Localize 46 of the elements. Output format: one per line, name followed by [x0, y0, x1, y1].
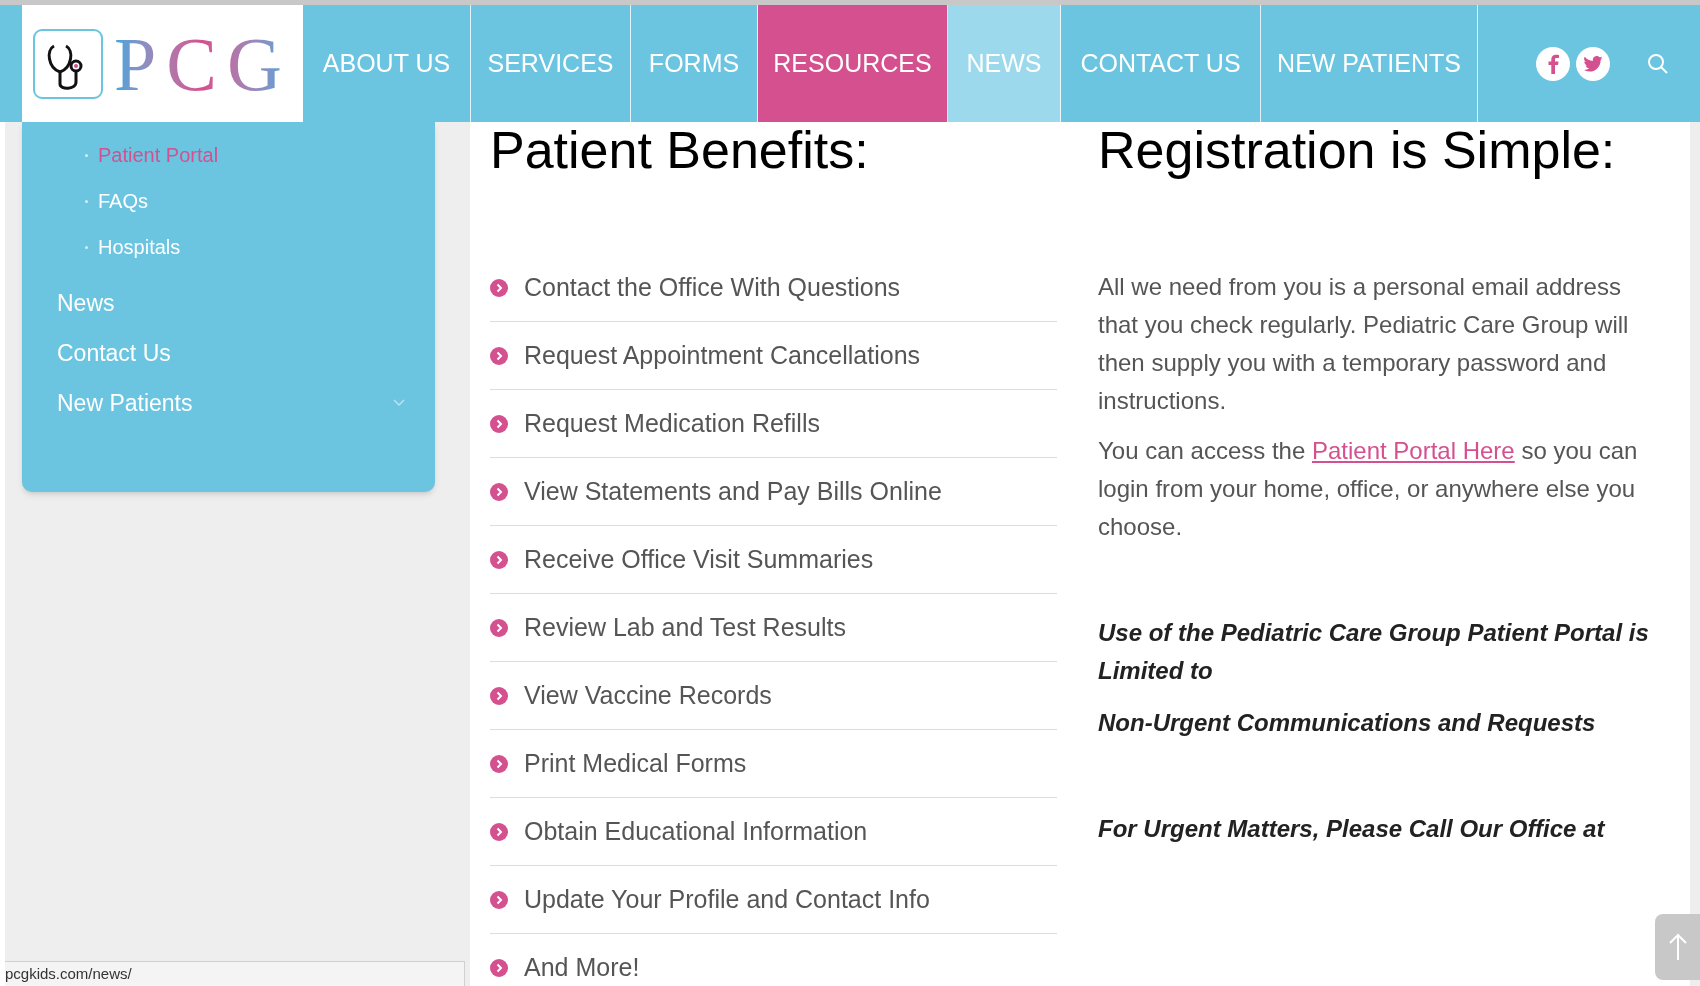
benefit-item: Receive Office Visit Summaries	[524, 543, 874, 575]
chevron-bullet-icon	[490, 346, 508, 365]
sidebar-item[interactable]: News	[57, 285, 115, 321]
paragraph: All we need from you is a personal email address that you check regularly. Pediatric Care Group will then supply you with a temporary password and instructions.	[1098, 272, 1630, 416]
patient-portal-link[interactable]: Patient Portal Here	[1311, 437, 1515, 464]
logo[interactable]: PCG	[22, 5, 303, 122]
sidebar-subitem[interactable]: Patient Portal	[98, 140, 219, 170]
chevron-bullet-icon	[490, 959, 508, 977]
benefit-item: Print Medical Forms	[524, 747, 747, 779]
chevron-bullet-icon	[490, 482, 508, 501]
notice-text: For Urgent Matters, Please Call Our Office at	[1098, 814, 1607, 844]
chevron-bullet-icon	[490, 550, 508, 569]
benefit-item: Request Appointment Cancellations	[524, 339, 921, 371]
benefit-item: View Statements and Pay Bills Online	[524, 475, 942, 507]
section-title: Patient Benefits:	[490, 124, 870, 176]
benefit-item: View Vaccine Records	[524, 679, 772, 711]
notice-text: Use of the Pediatric Care Group Patient Portal is Limited to	[1098, 618, 1650, 686]
benefit-item: Obtain Educational Information	[524, 815, 868, 847]
twitter-icon[interactable]	[1576, 46, 1610, 81]
notice-text: Non-Urgent Communications and Requests	[1098, 708, 1597, 738]
search-icon[interactable]	[1646, 51, 1670, 76]
chevron-bullet-icon	[490, 686, 508, 705]
sidebar-item[interactable]: Contact Us	[57, 335, 171, 371]
chevron-bullet-icon	[490, 822, 508, 841]
sidebar-item[interactable]: New Patients	[57, 385, 193, 421]
chevron-bullet-icon	[490, 278, 508, 297]
nav-tab[interactable]: NEWS	[948, 5, 1061, 122]
benefit-item: Request Medication Refills	[524, 407, 820, 439]
nav-tab[interactable]: RESOURCES	[758, 5, 948, 122]
paragraph: You can access the Patient Portal Here so you can login from your home, office, or anywhere else you choose.	[1098, 436, 1639, 542]
chevron-bullet-icon	[490, 754, 508, 773]
arrow-up-icon	[1667, 933, 1688, 961]
chevron-bullet-icon	[490, 618, 508, 637]
benefit-item: Update Your Profile and Contact Info	[524, 883, 930, 915]
benefit-item: Contact the Office With Questions	[524, 271, 901, 303]
chevron-bullet-icon	[490, 890, 508, 909]
benefit-item: And More!	[524, 952, 640, 984]
stethoscope-icon	[32, 27, 104, 100]
sidebar-subitem[interactable]: FAQs	[98, 186, 148, 216]
facebook-icon[interactable]	[1536, 46, 1570, 81]
sidebar-subitem[interactable]: Hospitals	[98, 232, 181, 262]
benefit-item: Review Lab and Test Results	[524, 611, 846, 643]
chevron-bullet-icon	[490, 414, 508, 433]
scroll-top-button[interactable]	[1655, 914, 1700, 980]
chevron-down-icon[interactable]	[393, 399, 405, 407]
status-bar: pcgkids.com/news/	[5, 961, 465, 986]
